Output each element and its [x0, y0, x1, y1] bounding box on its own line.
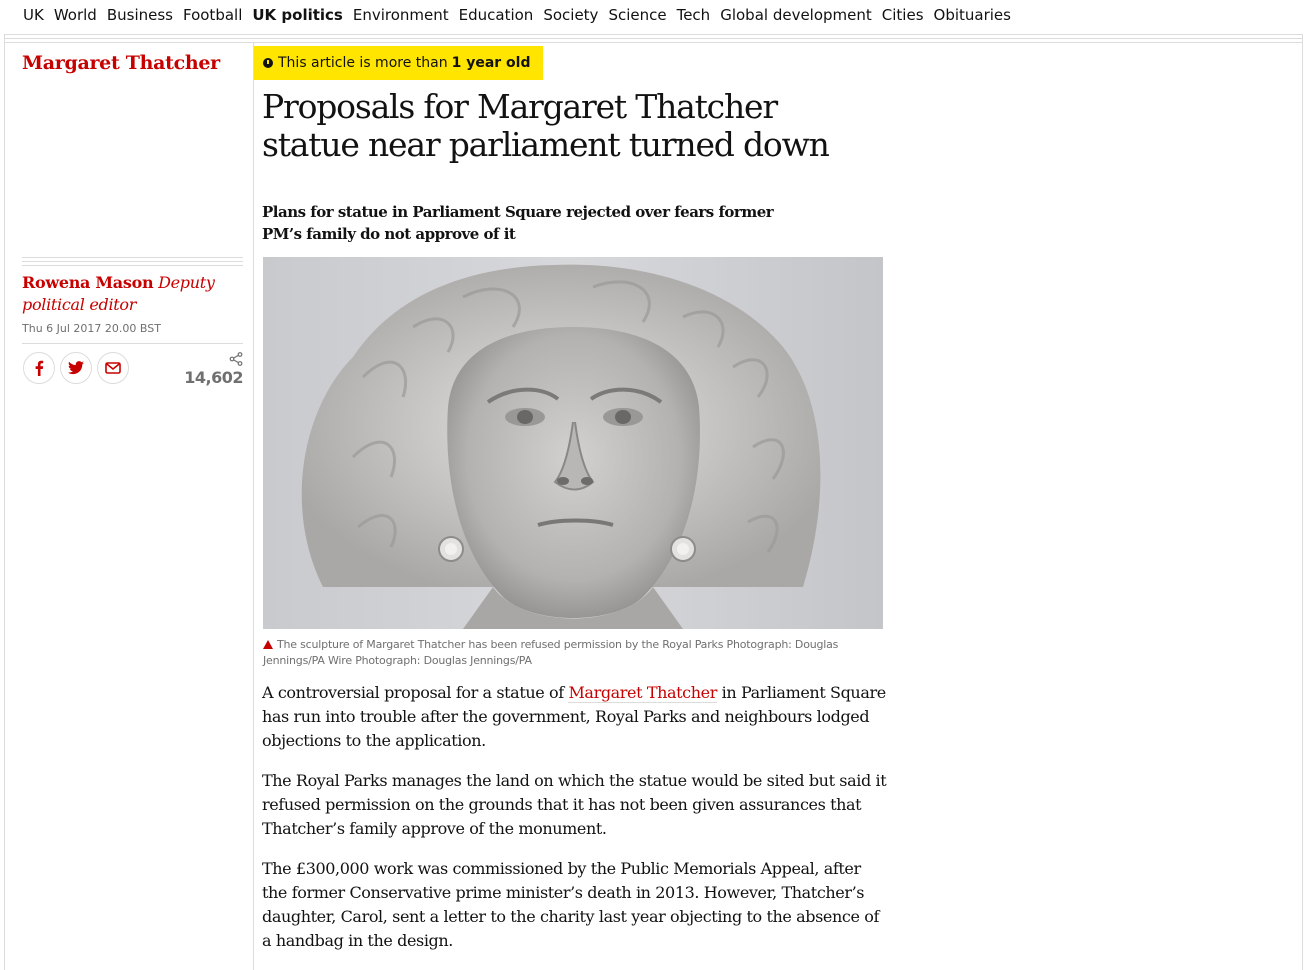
- nav-item-obituaries[interactable]: Obituaries: [929, 3, 1016, 27]
- nav-item-business[interactable]: Business: [102, 3, 178, 27]
- article-headline: Proposals for Margaret Thatcher statue n…: [262, 87, 830, 164]
- author-name[interactable]: Rowena Mason: [22, 273, 154, 292]
- nav-item-education[interactable]: Education: [454, 3, 539, 27]
- nav-item-uk-politics[interactable]: UK politics: [247, 3, 347, 27]
- clock-icon: [263, 58, 273, 68]
- section-subnav: UK World Business Football UK politics E…: [0, 0, 1306, 30]
- share-count: 14,602: [184, 368, 243, 387]
- body-paragraph: A controversial proposal for a statue of…: [262, 681, 887, 753]
- article-standfirst: Plans for statue in Parliament Square re…: [262, 203, 774, 243]
- email-icon: [105, 362, 121, 374]
- byline: Rowena Mason Deputy political editor: [22, 272, 242, 316]
- main-photo: [263, 257, 883, 629]
- dateline: Thu 6 Jul 2017 20.00 BST: [22, 322, 161, 335]
- age-notice-bold: 1 year old: [451, 55, 531, 71]
- twitter-icon: [68, 361, 84, 375]
- share-facebook-button[interactable]: [23, 352, 55, 384]
- column-divider: [253, 43, 254, 970]
- article-age-warning: This article is more than 1 year old: [254, 46, 543, 80]
- page-frame-left: [4, 34, 5, 970]
- nav-item-world[interactable]: World: [49, 3, 102, 27]
- share-email-button[interactable]: [97, 352, 129, 384]
- body-text: A controversial proposal for a statue of: [262, 683, 569, 702]
- meta-rules: [22, 257, 243, 269]
- nav-item-environment[interactable]: Environment: [348, 3, 454, 27]
- article-body: A controversial proposal for a statue of…: [262, 681, 887, 969]
- triangle-icon: [263, 640, 273, 649]
- page-frame-right: [1302, 34, 1303, 970]
- nav-item-science[interactable]: Science: [603, 3, 671, 27]
- age-notice-text: This article is more than: [278, 55, 448, 71]
- nav-item-society[interactable]: Society: [538, 3, 603, 27]
- caption-text: The sculpture of Margaret Thatcher has b…: [263, 638, 839, 667]
- series-label[interactable]: Margaret Thatcher: [22, 52, 220, 74]
- body-paragraph: The £300,000 work was commissioned by th…: [262, 859, 879, 950]
- nav-item-global-development[interactable]: Global development: [715, 3, 877, 27]
- nav-item-cities[interactable]: Cities: [877, 3, 929, 27]
- statue-photo-illustration: [263, 257, 883, 629]
- facebook-icon: [35, 360, 44, 376]
- share-icon: [229, 352, 243, 366]
- photo-caption: The sculpture of Margaret Thatcher has b…: [263, 637, 883, 669]
- nav-item-football[interactable]: Football: [178, 3, 247, 27]
- header-rule: [4, 34, 1302, 35]
- header-rule: [4, 38, 1302, 39]
- body-paragraph: The Royal Parks manages the land on whic…: [262, 771, 887, 838]
- inline-link-margaret-thatcher[interactable]: Margaret Thatcher: [568, 683, 717, 703]
- meta-divider: [22, 343, 243, 344]
- header-rule: [4, 42, 1302, 43]
- nav-item-uk[interactable]: UK: [18, 3, 49, 27]
- nav-item-tech[interactable]: Tech: [672, 3, 716, 27]
- share-twitter-button[interactable]: [60, 352, 92, 384]
